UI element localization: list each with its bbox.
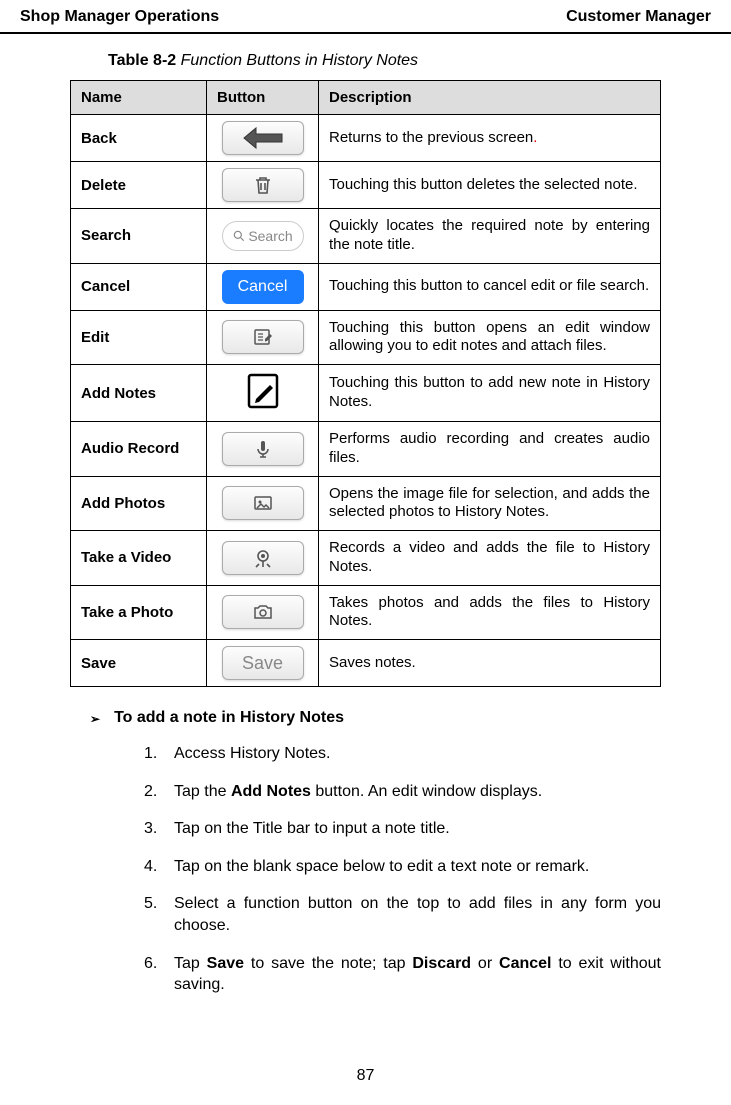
trash-icon	[222, 168, 304, 202]
row-button	[207, 310, 319, 365]
header-right: Customer Manager	[566, 8, 711, 26]
row-button	[207, 531, 319, 586]
table-row: Audio Record Performs audio recording an…	[71, 422, 661, 477]
table-header-row: Name Button Description	[71, 81, 661, 115]
video-icon	[222, 541, 304, 575]
row-name: Add Photos	[71, 476, 207, 531]
save-button-graphic: Save	[222, 646, 304, 680]
row-name: Add Notes	[71, 365, 207, 422]
row-desc: Touching this button to add new note in …	[319, 365, 661, 422]
bullet-arrow-icon: ➢	[90, 712, 100, 727]
howto-section: ➢ To add a note in History Notes 1.Acces…	[70, 709, 661, 996]
step-item: 1.Access History Notes.	[144, 743, 661, 765]
row-button: Search	[207, 209, 319, 264]
row-name: Take a Video	[71, 531, 207, 586]
table-row: Back Returns to the previous screen.	[71, 115, 661, 162]
row-button: Cancel	[207, 263, 319, 310]
add-note-icon	[243, 371, 283, 411]
row-desc: Records a video and adds the file to His…	[319, 531, 661, 586]
cancel-button-graphic: Cancel	[222, 270, 304, 304]
row-name: Delete	[71, 162, 207, 209]
row-name: Save	[71, 640, 207, 687]
row-button	[207, 422, 319, 477]
table-row: Add Notes Touching this button to add ne…	[71, 365, 661, 422]
table-row: Cancel Cancel Touching this button to ca…	[71, 263, 661, 310]
row-button	[207, 162, 319, 209]
table-row: Take a Video Records a video and adds th…	[71, 531, 661, 586]
row-desc: Touching this button opens an edit windo…	[319, 310, 661, 365]
row-desc: Performs audio recording and creates aud…	[319, 422, 661, 477]
table-row: Search Search Quickly locates the requir…	[71, 209, 661, 264]
row-desc: Touching this button to cancel edit or f…	[319, 263, 661, 310]
row-name: Audio Record	[71, 422, 207, 477]
table-row: Save Save Saves notes.	[71, 640, 661, 687]
step-item: 2.Tap the Add Notes button. An edit wind…	[144, 781, 661, 803]
row-desc: Returns to the previous screen.	[319, 115, 661, 162]
step-item: 4.Tap on the blank space below to edit a…	[144, 856, 661, 878]
step-item: 5.Select a function button on the top to…	[144, 893, 661, 936]
row-desc: Saves notes.	[319, 640, 661, 687]
search-label: Search	[248, 228, 292, 244]
row-desc: Quickly locates the required note by ent…	[319, 209, 661, 264]
row-button	[207, 365, 319, 422]
row-name: Back	[71, 115, 207, 162]
page-header: Shop Manager Operations Customer Manager	[0, 0, 731, 34]
image-icon	[222, 486, 304, 520]
microphone-icon	[222, 432, 304, 466]
row-button	[207, 115, 319, 162]
header-left: Shop Manager Operations	[20, 8, 219, 26]
howto-title: To add a note in History Notes	[114, 709, 344, 727]
row-name: Cancel	[71, 263, 207, 310]
back-icon	[222, 121, 304, 155]
table-caption: Table 8-2 Function Buttons in History No…	[70, 52, 661, 70]
table-row: Delete Touching this button deletes the …	[71, 162, 661, 209]
row-button	[207, 585, 319, 640]
row-desc: Opens the image file for selection, and …	[319, 476, 661, 531]
step-item: 6.Tap Save to save the note; tap Discard…	[144, 953, 661, 996]
caption-number: Table 8-2	[108, 52, 176, 69]
col-description: Description	[319, 81, 661, 115]
function-buttons-table: Name Button Description Back Returns to …	[70, 80, 661, 687]
search-pill: Search	[222, 221, 304, 251]
col-name: Name	[71, 81, 207, 115]
table-row: Take a Photo Takes photos and adds the f…	[71, 585, 661, 640]
caption-title: Function Buttons in History Notes	[176, 52, 418, 69]
row-name: Search	[71, 209, 207, 264]
row-name: Take a Photo	[71, 585, 207, 640]
table-row: Edit Touching this button opens an edit …	[71, 310, 661, 365]
row-desc: Takes photos and adds the files to Histo…	[319, 585, 661, 640]
page-number: 87	[0, 1067, 731, 1085]
row-button	[207, 476, 319, 531]
table-row: Add Photos Opens the image file for sele…	[71, 476, 661, 531]
step-item: 3.Tap on the Title bar to input a note t…	[144, 818, 661, 840]
edit-icon	[222, 320, 304, 354]
row-name: Edit	[71, 310, 207, 365]
row-desc: Touching this button deletes the selecte…	[319, 162, 661, 209]
camera-icon	[222, 595, 304, 629]
col-button: Button	[207, 81, 319, 115]
row-button: Save	[207, 640, 319, 687]
